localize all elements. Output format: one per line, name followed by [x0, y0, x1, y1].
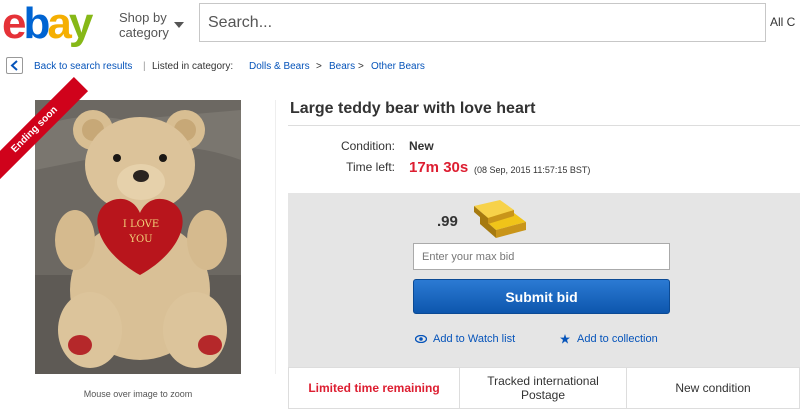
breadcrumb-separator: |: [143, 61, 146, 72]
chevron-down-icon: [174, 22, 184, 28]
logo-letter: b: [23, 0, 50, 48]
breadcrumb-other-bears[interactable]: Other Bears: [371, 61, 425, 72]
breadcrumb-arrow: >: [316, 61, 322, 72]
eye-icon: [415, 335, 427, 343]
site-header: ebay Shop by category All C: [0, 0, 800, 50]
time-left-label: Time left:: [346, 160, 395, 174]
breadcrumb: Back to search results | Listed in categ…: [0, 54, 800, 78]
back-button[interactable]: [6, 57, 23, 74]
search-input[interactable]: [200, 4, 760, 41]
limited-time-badge: Limited time remaining: [308, 381, 440, 395]
feature-strip: Limited time remaining Tracked internati…: [288, 367, 800, 409]
new-condition-badge: New condition: [675, 381, 751, 395]
title-divider: [288, 125, 800, 126]
end-date: (08 Sep, 2015 11:57:15 BST): [474, 165, 591, 175]
item-title: Large teddy bear with love heart: [290, 100, 536, 117]
breadcrumb-arrow: >: [358, 61, 364, 72]
postage-line2: Postage: [520, 388, 566, 402]
product-image-area: I LOVE YOU Ending soon: [0, 76, 276, 374]
listed-in-label: Listed in category:: [152, 61, 234, 72]
heart-text-line1: I LOVE: [123, 219, 159, 230]
postage-badge: Tracked international Postage: [460, 368, 626, 408]
chevron-left-icon: [10, 60, 18, 71]
back-to-search-link[interactable]: Back to search results: [34, 61, 132, 72]
logo-letter: e: [2, 0, 27, 48]
heart-text-line2: YOU: [128, 234, 152, 245]
gold-bars-icon: [474, 200, 526, 238]
postage-line1: Tracked international: [487, 374, 599, 388]
category-label: category: [119, 25, 169, 40]
time-left-value: 17m 30s: [409, 159, 469, 176]
shop-by-category-button[interactable]: Shop by category: [119, 10, 184, 40]
breadcrumb-dolls-bears[interactable]: Dolls & Bears: [249, 61, 310, 72]
search-box: [199, 3, 800, 42]
teddy-bear-image: I LOVE YOU: [35, 100, 241, 374]
ebay-logo[interactable]: ebay: [2, 0, 94, 48]
shop-by-label: Shop by: [119, 10, 167, 25]
product-image[interactable]: I LOVE YOU: [35, 100, 241, 374]
search-category-select[interactable]: All C: [765, 3, 800, 42]
logo-letter: y: [68, 0, 94, 48]
max-bid-input[interactable]: [413, 243, 670, 270]
logo-letter: a: [47, 0, 72, 48]
condition-label: Condition:: [340, 139, 395, 153]
star-icon: [560, 334, 570, 344]
current-price: .99: [437, 213, 458, 230]
zoom-hint: Mouse over image to zoom: [83, 389, 193, 399]
add-to-collection-link[interactable]: Add to collection: [577, 333, 658, 345]
add-to-watch-list-link[interactable]: Add to Watch list: [433, 333, 515, 345]
breadcrumb-bears[interactable]: Bears: [329, 61, 355, 72]
condition-value: New: [409, 139, 434, 153]
submit-bid-button[interactable]: Submit bid: [413, 279, 670, 314]
